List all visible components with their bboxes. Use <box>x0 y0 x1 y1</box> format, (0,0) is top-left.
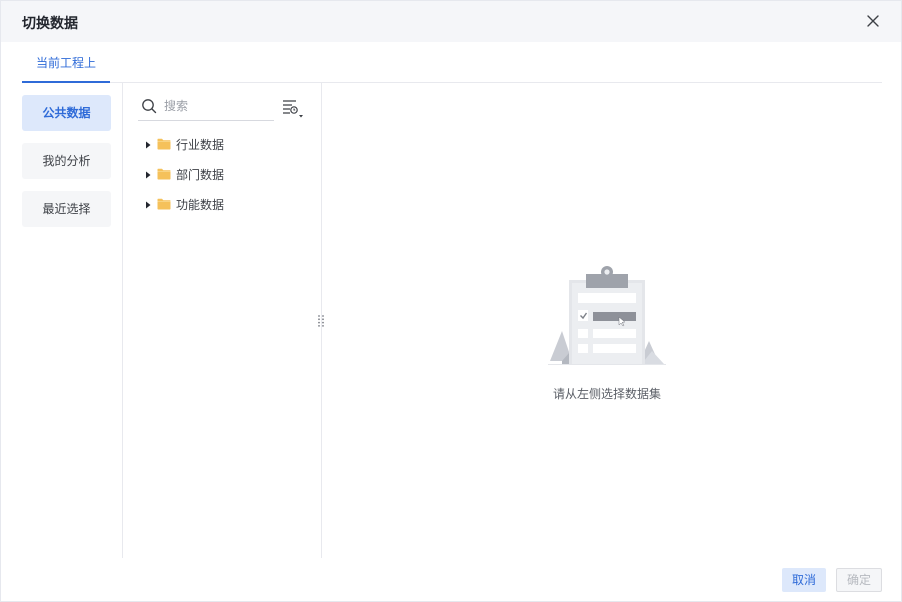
search-box <box>138 94 274 121</box>
switch-data-dialog: 切换数据 当前工程上 公共数据 我的分析 最近选择 搜索 行业数据 部门数据 功… <box>0 0 902 602</box>
tree-node-industry[interactable]: 行业数据 <box>141 129 311 159</box>
tab-bar: 当前工程上 <box>22 43 882 83</box>
caret-right-icon[interactable] <box>143 169 153 179</box>
nav-item-public-data[interactable]: 公共数据 <box>22 95 111 131</box>
tree-node-label: 功能数据 <box>176 197 225 212</box>
tree-node-label: 行业数据 <box>176 137 225 152</box>
left-nav: 公共数据 我的分析 最近选择 <box>22 95 112 239</box>
nav-item-recent[interactable]: 最近选择 <box>22 191 111 227</box>
data-tree: 行业数据 部门数据 功能数据 <box>141 129 311 219</box>
tree-node-label: 部门数据 <box>176 167 225 182</box>
nav-item-my-analysis[interactable]: 我的分析 <box>22 143 111 179</box>
confirm-button[interactable]: 确定 <box>836 568 882 592</box>
clipboard-illustration-icon <box>548 265 666 367</box>
folder-icon <box>157 198 171 210</box>
tree-node-function[interactable]: 功能数据 <box>141 189 311 219</box>
divider <box>122 83 123 558</box>
resize-handle-icon[interactable] <box>316 314 326 328</box>
caret-right-icon[interactable] <box>143 199 153 209</box>
folder-icon <box>157 168 171 180</box>
empty-state-message: 请从左侧选择数据集 <box>552 387 661 401</box>
caret-right-icon[interactable] <box>143 139 153 149</box>
search-icon <box>141 98 157 114</box>
search-input[interactable] <box>164 97 270 115</box>
cancel-button[interactable]: 取消 <box>782 568 826 592</box>
dialog-header: 切换数据 <box>1 1 901 42</box>
tree-node-department[interactable]: 部门数据 <box>141 159 311 189</box>
folder-icon <box>157 138 171 150</box>
dialog-title: 切换数据 <box>22 16 78 32</box>
close-icon[interactable] <box>865 13 881 29</box>
tab-current-project[interactable]: 当前工程上 <box>22 43 111 83</box>
filter-settings-icon[interactable] <box>282 99 306 119</box>
